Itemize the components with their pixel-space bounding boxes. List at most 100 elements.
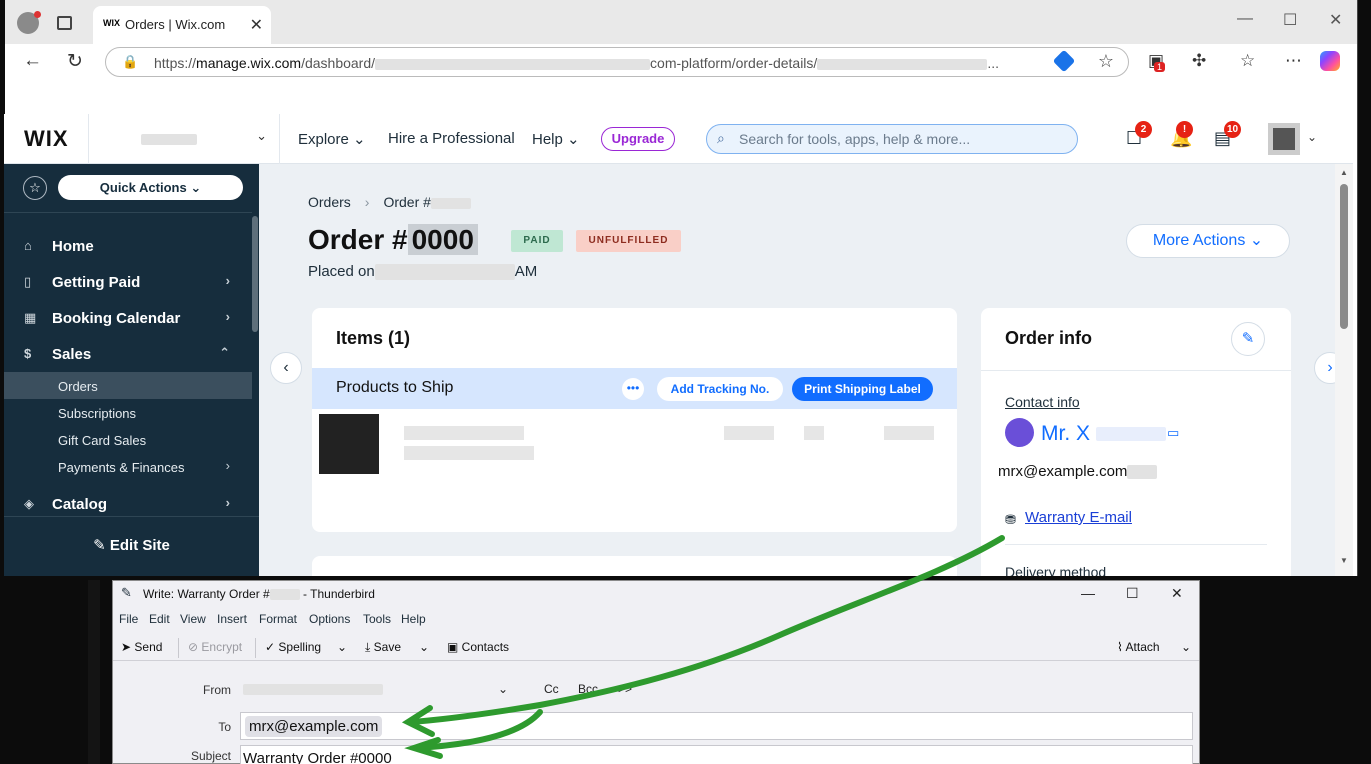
next-order-icon[interactable]: › bbox=[1314, 352, 1335, 384]
nav-explore[interactable]: Explore ⌄ bbox=[298, 130, 366, 148]
breadcrumb-orders[interactable]: Orders bbox=[308, 194, 351, 210]
extensions-puzzle-icon[interactable]: ✣ bbox=[1192, 51, 1206, 71]
contact-info-label[interactable]: Contact info bbox=[1005, 394, 1080, 410]
tab-close-icon[interactable]: ✕ bbox=[250, 15, 263, 35]
contacts-button[interactable]: ▣ Contacts bbox=[447, 640, 509, 654]
more-actions-button[interactable]: More Actions ⌄ bbox=[1126, 224, 1290, 258]
close-window-icon[interactable]: ✕ bbox=[1171, 585, 1183, 602]
wix-favicon-icon: WIX bbox=[103, 18, 120, 28]
url-field[interactable]: 🔒 https://manage.wix.com/dashboard/com-p… bbox=[105, 47, 1129, 77]
nav-hire-professional[interactable]: Hire a Professional bbox=[388, 130, 515, 147]
sidebar-item-subscriptions[interactable]: Subscriptions bbox=[4, 399, 252, 426]
menu-edit[interactable]: Edit bbox=[149, 612, 170, 626]
product-image[interactable] bbox=[319, 414, 379, 474]
favorites-icon[interactable]: ☆ bbox=[1240, 51, 1255, 71]
sidebar-item-gift-card-sales[interactable]: Gift Card Sales bbox=[4, 426, 252, 453]
save-dropdown-icon[interactable]: ⌄ bbox=[419, 640, 429, 654]
send-button[interactable]: ➤ Send bbox=[121, 640, 162, 654]
menu-view[interactable]: View bbox=[180, 612, 206, 626]
menu-tools[interactable]: Tools bbox=[363, 612, 391, 626]
maximize-icon[interactable]: ☐ bbox=[1126, 585, 1139, 602]
scroll-up-icon[interactable]: ▲ bbox=[1340, 168, 1348, 177]
add-tracking-button[interactable]: Add Tracking No. bbox=[657, 377, 783, 401]
spelling-dropdown-icon[interactable]: ⌄ bbox=[337, 640, 347, 654]
chevron-down-icon[interactable]: ⌄ bbox=[1307, 130, 1317, 144]
to-label: To bbox=[218, 720, 231, 734]
copilot-icon[interactable] bbox=[1320, 51, 1340, 71]
lock-icon[interactable]: 🔒 bbox=[122, 54, 138, 70]
delivery-method-label[interactable]: Delivery method bbox=[1005, 564, 1106, 576]
menu-options[interactable]: Options bbox=[309, 612, 350, 626]
reload-icon[interactable]: ↻ bbox=[67, 50, 83, 73]
subject-field[interactable]: Warranty Order #0000 bbox=[240, 745, 1193, 764]
sidebar-scrollbar[interactable] bbox=[252, 216, 258, 332]
previous-order-icon[interactable]: ‹ bbox=[270, 352, 302, 384]
chat-icon[interactable]: ▭ bbox=[1167, 425, 1179, 441]
site-selector[interactable]: ⌄ bbox=[88, 114, 280, 164]
sidebar-item-label: Gift Card Sales bbox=[58, 433, 147, 448]
edit-site-button[interactable]: ✎ Edit Site bbox=[4, 516, 259, 576]
catalog-icon: ◈ bbox=[24, 496, 34, 511]
spelling-button[interactable]: ✓ Spelling bbox=[265, 640, 321, 654]
items-card: Items (1) Products to Ship ••• Add Track… bbox=[312, 308, 957, 532]
extension-badge: 1 bbox=[1154, 62, 1166, 72]
more-options-icon[interactable]: ••• bbox=[622, 378, 644, 400]
attach-dropdown-icon[interactable]: ⌄ bbox=[1181, 640, 1191, 654]
divider bbox=[1005, 544, 1267, 545]
shopping-tag-icon[interactable] bbox=[1052, 49, 1076, 73]
sidebar-item-sales[interactable]: $ Sales ⌃ bbox=[4, 338, 252, 370]
sidebar-item-payments-finances[interactable]: Payments & Finances › bbox=[4, 453, 252, 480]
menu-help[interactable]: Help bbox=[401, 612, 426, 626]
more-menu-icon[interactable]: ⋯ bbox=[1285, 51, 1302, 71]
cc-button[interactable]: Cc bbox=[544, 682, 559, 696]
items-title: Items (1) bbox=[336, 328, 411, 348]
contact-name-link[interactable]: Mr. X bbox=[1041, 422, 1166, 446]
menu-file[interactable]: File bbox=[119, 612, 138, 626]
print-shipping-label-button[interactable]: Print Shipping Label bbox=[792, 377, 933, 401]
save-button[interactable]: ⤓ Save bbox=[365, 640, 401, 655]
quick-actions-button[interactable]: Quick Actions ⌄ bbox=[58, 175, 243, 200]
menu-format[interactable]: Format bbox=[259, 612, 297, 626]
from-dropdown-icon[interactable]: ⌄ bbox=[498, 682, 508, 696]
menu-insert[interactable]: Insert bbox=[217, 612, 247, 626]
favorite-star-icon[interactable]: ☆ bbox=[1098, 51, 1114, 72]
sidebar-item-home[interactable]: ⌂ Home bbox=[4, 230, 252, 262]
tab-actions-icon[interactable] bbox=[57, 16, 72, 30]
notifications-badge: ! bbox=[1176, 121, 1193, 138]
encrypt-button[interactable]: ⊘ Encrypt bbox=[188, 640, 242, 654]
back-icon[interactable]: ← bbox=[23, 50, 42, 72]
minimize-icon[interactable]: — bbox=[1081, 585, 1095, 601]
minimize-icon[interactable]: — bbox=[1237, 10, 1253, 28]
edit-pencil-icon[interactable]: ✎ bbox=[1231, 322, 1265, 356]
scroll-down-icon[interactable]: ▼ bbox=[1340, 556, 1348, 565]
from-field[interactable] bbox=[243, 682, 383, 696]
browser-tab-orders[interactable]: WIX Orders | Wix.com ✕ bbox=[93, 6, 271, 44]
more-fields-button[interactable]: >> bbox=[618, 682, 632, 696]
warranty-email-icon: ⛃ bbox=[1005, 512, 1016, 527]
close-window-icon[interactable]: ✕ bbox=[1329, 10, 1342, 30]
wix-logo[interactable]: WIX bbox=[24, 126, 69, 152]
page-scrollbar[interactable]: ▲ ▼ bbox=[1335, 164, 1353, 576]
wix-top-bar: WIX ⌄ Explore ⌄ Hire a Professional Help… bbox=[4, 114, 1353, 164]
sidebar-item-label: Getting Paid bbox=[52, 274, 141, 291]
sidebar-item-label: Subscriptions bbox=[58, 406, 137, 421]
calendar-icon: ▦ bbox=[24, 310, 37, 325]
to-field[interactable]: mrx@example.com bbox=[240, 712, 1193, 740]
home-icon: ⌂ bbox=[24, 238, 32, 253]
user-avatar[interactable] bbox=[1268, 123, 1300, 155]
warranty-email-link[interactable]: Warranty E-mail bbox=[1025, 509, 1132, 526]
star-icon[interactable]: ☆ bbox=[23, 176, 47, 200]
nav-help[interactable]: Help ⌄ bbox=[532, 130, 580, 148]
bcc-button[interactable]: Bcc bbox=[578, 682, 598, 696]
attach-button[interactable]: ⌇ Attach bbox=[1117, 640, 1160, 654]
compose-titlebar: ✎ Write: Warranty Order # - Thunderbird … bbox=[113, 581, 1199, 607]
sidebar-item-booking-calendar[interactable]: ▦ Booking Calendar › bbox=[4, 302, 252, 334]
sidebar-item-orders[interactable]: Orders bbox=[4, 372, 252, 399]
upgrade-button[interactable]: Upgrade bbox=[601, 127, 675, 151]
scrollbar-thumb[interactable] bbox=[1340, 184, 1348, 329]
wix-search-input[interactable]: ⌕ Search for tools, apps, help & more... bbox=[706, 124, 1078, 154]
sidebar-item-label: Sales bbox=[52, 346, 92, 363]
recipient-pill[interactable]: mrx@example.com bbox=[245, 716, 383, 737]
maximize-icon[interactable]: ☐ bbox=[1283, 10, 1297, 30]
sidebar-item-getting-paid[interactable]: ▯ Getting Paid › bbox=[4, 266, 252, 298]
